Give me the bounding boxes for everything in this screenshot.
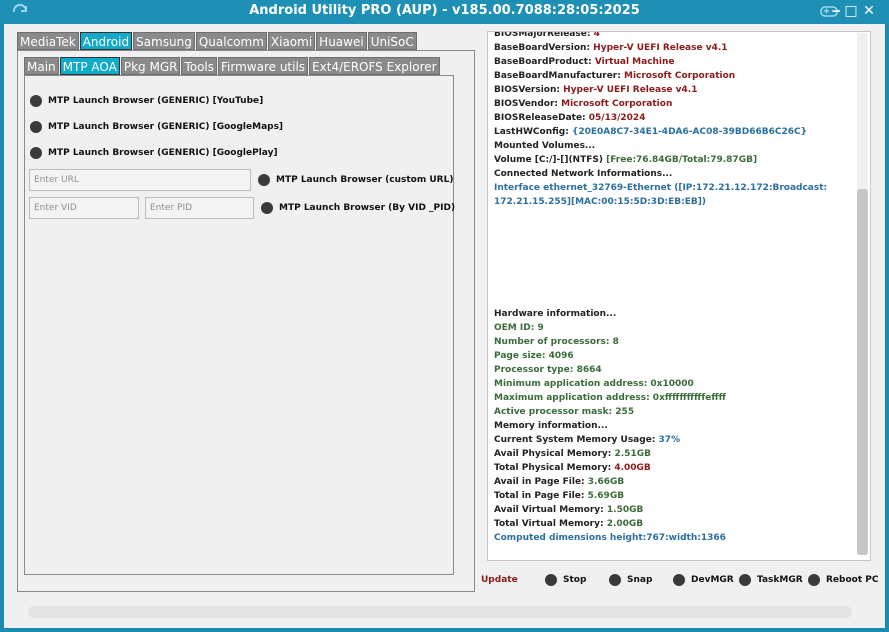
reboot-pc-button[interactable]: Reboot PC [808,574,878,586]
tab-mtp-aoa[interactable]: MTP AOA [59,57,120,75]
log-line: Hardware information... [494,309,617,319]
tab-mediatek[interactable]: MediaTek [17,32,79,50]
option-custom-url[interactable]: MTP Launch Browser (custom URL) [258,174,453,186]
top-tabs: MediaTek Android Samsung Qualcomm Xiaomi… [17,32,417,50]
log-line: LastHWConfig: {20E0A8C7-34E1-4DA6-AC08-3… [494,127,807,137]
log-line: OEM ID: 9 [494,323,544,333]
tab-qualcomm[interactable]: Qualcomm [195,32,267,50]
option-googleplay[interactable]: MTP Launch Browser (GENERIC) [GooglePlay… [30,147,278,159]
snap-button[interactable]: Snap [609,574,652,586]
log-line: Active processor mask: 255 [494,407,635,417]
log-line: Total in Page File: 5.69GB [494,491,625,501]
option-youtube-label: MTP Launch Browser (GENERIC) [YouTube] [48,96,264,106]
option-vid-pid-label: MTP Launch Browser (By VID _PID) [279,203,456,213]
log-line: Computed dimensions height:767:width:136… [494,533,726,543]
radio-button[interactable] [30,95,42,107]
pid-input[interactable] [145,197,254,219]
option-googlemaps-label: MTP Launch Browser (GENERIC) [GoogleMaps… [48,122,284,132]
option-googleplay-label: MTP Launch Browser (GENERIC) [GooglePlay… [48,148,278,158]
tab-tools[interactable]: Tools [181,57,218,75]
log-line: Number of processors: 8 [494,337,619,347]
log-line: Minimum application address: 0x10000 [494,379,694,389]
log-line: Avail in Page File: 3.66GB [494,477,625,487]
url-input[interactable] [29,169,251,191]
log-line: Total Virtual Memory: 2.00GB [494,519,644,529]
radio-button[interactable] [673,574,685,586]
log-line: Interface ethernet_32769-Ethernet ([IP:1… [494,183,828,193]
snap-label: Snap [627,575,653,585]
log-line: Page size: 4096 [494,351,574,361]
log-line: 172.21.15.255][MAC:00:15:5D:3D:EB:EB]) [494,197,706,207]
log-line: Memory information... [494,421,608,431]
log-line: Volume [C:/]-[](NTFS) [Free:76.84GB/Tota… [494,155,758,165]
close-button[interactable]: ✕ [861,3,877,19]
log-scrollbar[interactable] [857,33,868,555]
devmgr-button[interactable]: DevMGR [673,574,734,586]
radio-button[interactable] [30,121,42,133]
tab-huawei[interactable]: Huawei [316,32,367,50]
log-line: Processor type: 8664 [494,365,602,375]
tab-unisoc[interactable]: UniSoC [367,32,417,50]
progress-bar [28,606,852,618]
option-youtube[interactable]: MTP Launch Browser (GENERIC) [YouTube] [30,95,263,107]
log-line: Maximum application address: 0xfffffffff… [494,393,726,403]
log-line: BaseBoardManufacturer: Microsoft Corpora… [494,71,736,81]
sub-tabs: Main MTP AOA Pkg MGR Tools Firmware util… [24,57,440,75]
vid-input[interactable] [29,197,139,219]
scrollbar-thumb[interactable] [857,189,868,555]
radio-button[interactable] [261,202,273,214]
radio-button[interactable] [609,574,621,586]
tab-android[interactable]: Android [79,32,133,50]
main-content: MediaTek Android Samsung Qualcomm Xiaomi… [4,24,885,628]
stop-label: Stop [563,575,587,585]
log-line: BIOSReleaseDate: 05/13/2024 [494,113,646,123]
log-line: Avail Physical Memory: 2.51GB [494,449,651,459]
tab-firmware-utils[interactable]: Firmware utils [218,57,309,75]
tab-ext4-erofs-explorer[interactable]: Ext4/EROFS Explorer [309,57,440,75]
reboot-pc-label: Reboot PC [826,575,879,585]
log-line: Avail Virtual Memory: 1.50GB [494,505,644,515]
log-line: Current System Memory Usage: 37% [494,435,681,445]
radio-button[interactable] [545,574,557,586]
log-line: Connected Network Informations... [494,169,673,179]
tab-pkg-mgr[interactable]: Pkg MGR [120,57,181,75]
tab-samsung[interactable]: Samsung [133,32,195,50]
radio-button[interactable] [739,574,751,586]
devmgr-label: DevMGR [691,575,734,585]
tab-main[interactable]: Main [24,57,59,75]
log-line: Total Physical Memory: 4.00GB [494,463,651,473]
stop-button[interactable]: Stop [545,574,586,586]
app-title: Android Utility PRO (AUP) - v185.00.7088… [249,3,640,18]
radio-button[interactable] [30,147,42,159]
option-vid-pid[interactable]: MTP Launch Browser (By VID _PID) [261,202,455,214]
log-line: BaseBoardVersion: Hyper-V UEFI Release v… [494,43,728,53]
log-line: BIOSMajorRelease: 4 [494,31,600,39]
maximize-button[interactable]: □ [843,3,859,19]
taskmgr-label: TaskMGR [757,575,803,585]
tab-xiaomi[interactable]: Xiaomi [267,32,316,50]
title-bar: Android Utility PRO (AUP) - v185.00.7088… [0,0,889,24]
taskmgr-button[interactable]: TaskMGR [739,574,803,586]
log-line: BIOSVendor: Microsoft Corporation [494,99,673,109]
log-line: BaseBoardProduct: Virtual Machine [494,57,675,67]
log-line: BIOSVersion: Hyper-V UEFI Release v4.1 [494,85,698,95]
log-panel[interactable]: BIOSMajorRelease: 4 BaseBoardVersion: Hy… [487,31,871,561]
update-link[interactable]: Update [481,575,518,585]
option-custom-url-label: MTP Launch Browser (custom URL) [276,175,454,185]
option-googlemaps[interactable]: MTP Launch Browser (GENERIC) [GoogleMaps… [30,121,283,133]
radio-button[interactable] [258,174,270,186]
radio-button[interactable] [808,574,820,586]
log-line: Mounted Volumes... [494,141,596,151]
